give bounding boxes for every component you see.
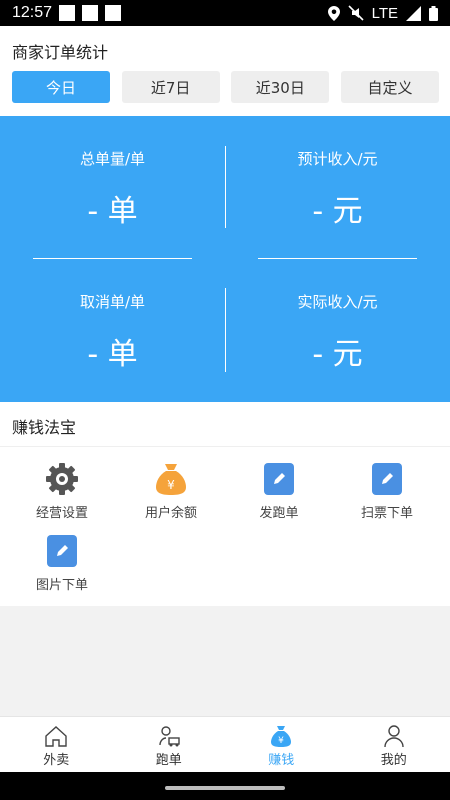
nav-takeout[interactable]: 外卖 [0, 717, 113, 772]
header: 商家订单统计 今日 近7日 近30日 自定义 [0, 26, 450, 116]
mute-icon [348, 5, 364, 21]
tab-last-30-days[interactable]: 近30日 [231, 71, 330, 103]
money-bag-icon: ¥ [271, 726, 292, 747]
stat-label: 实际收入/元 [297, 293, 378, 311]
svg-text:¥: ¥ [278, 736, 284, 746]
user-icon [384, 725, 404, 747]
svg-text:¥: ¥ [167, 478, 175, 492]
gear-icon [45, 462, 79, 496]
page-title: 商家订单统计 [12, 43, 109, 62]
tool-label: 图片下单 [35, 578, 88, 593]
tool-label: 发跑单 [259, 506, 299, 521]
stat-actual-income: 实际收入/元 - 元 [225, 291, 450, 373]
stats-panel: 总单量/单 - 单 预计收入/元 - 元 取消单/单 - 单 实际收入/元 - … [0, 116, 450, 402]
nav-label: 赚钱 [268, 753, 295, 768]
notification-icon [59, 5, 76, 21]
bottom-nav: 外卖 跑单 ¥ 赚钱 我的 [0, 716, 450, 772]
stat-cancelled-orders: 取消单/单 - 单 [0, 291, 225, 373]
nav-label: 我的 [380, 753, 407, 768]
edit-icon [370, 462, 404, 496]
location-icon [327, 5, 340, 21]
money-bag-icon: ¥ [154, 462, 188, 496]
stat-expected-income: 预计收入/元 - 元 [225, 148, 450, 230]
home-indicator[interactable] [165, 786, 285, 790]
nav-label: 跑单 [155, 753, 182, 768]
home-icon [45, 726, 67, 747]
network-type: LTE [371, 4, 398, 22]
tool-business-settings[interactable]: 经营设置 [7, 462, 117, 521]
stat-value: - 单 [87, 194, 138, 229]
stat-total-orders: 总单量/单 - 单 [0, 148, 225, 230]
signal-icon [406, 5, 421, 21]
tool-user-balance[interactable]: ¥ 用户余额 [116, 462, 226, 521]
divider [0, 446, 450, 447]
courier-icon [159, 726, 180, 747]
tab-today[interactable]: 今日 [12, 71, 110, 103]
nav-profile[interactable]: 我的 [338, 717, 450, 772]
tool-label: 经营设置 [35, 506, 88, 521]
tool-image-order[interactable]: 图片下单 [7, 534, 117, 593]
edit-icon [262, 462, 296, 496]
stat-label: 预计收入/元 [297, 150, 378, 168]
divider [33, 258, 192, 259]
tab-last-7-days[interactable]: 近7日 [121, 71, 220, 103]
tool-label: 用户余额 [144, 506, 197, 521]
notification-icon [82, 5, 99, 21]
tab-custom[interactable]: 自定义 [340, 71, 439, 103]
tool-label: 扫票下单 [360, 506, 413, 521]
status-time: 12:57 [12, 4, 53, 21]
battery-icon [429, 5, 438, 21]
stat-value: - 元 [312, 194, 363, 229]
stat-value: - 元 [312, 337, 363, 372]
status-bar: 12:57 LTE [0, 0, 450, 26]
nav-earn-money[interactable]: ¥ 赚钱 [225, 717, 338, 772]
notification-icon [105, 5, 122, 21]
gesture-bar [0, 772, 450, 800]
date-range-tabs: 今日 近7日 近30日 自定义 [12, 71, 439, 103]
stat-value: - 单 [87, 337, 138, 372]
stat-label: 取消单/单 [79, 293, 146, 311]
stat-label: 总单量/单 [79, 150, 146, 168]
section-title: 赚钱法宝 [12, 418, 77, 437]
tool-post-errand[interactable]: 发跑单 [224, 462, 334, 521]
tool-scan-ticket-order[interactable]: 扫票下单 [332, 462, 442, 521]
edit-icon [45, 534, 79, 568]
divider [225, 146, 226, 228]
nav-label: 外卖 [43, 753, 70, 768]
nav-errands[interactable]: 跑单 [113, 717, 226, 772]
tools-section: 赚钱法宝 经营设置 ¥ 用户余额 发跑单 扫票下单 图片下单 [0, 402, 450, 606]
divider [258, 258, 417, 259]
